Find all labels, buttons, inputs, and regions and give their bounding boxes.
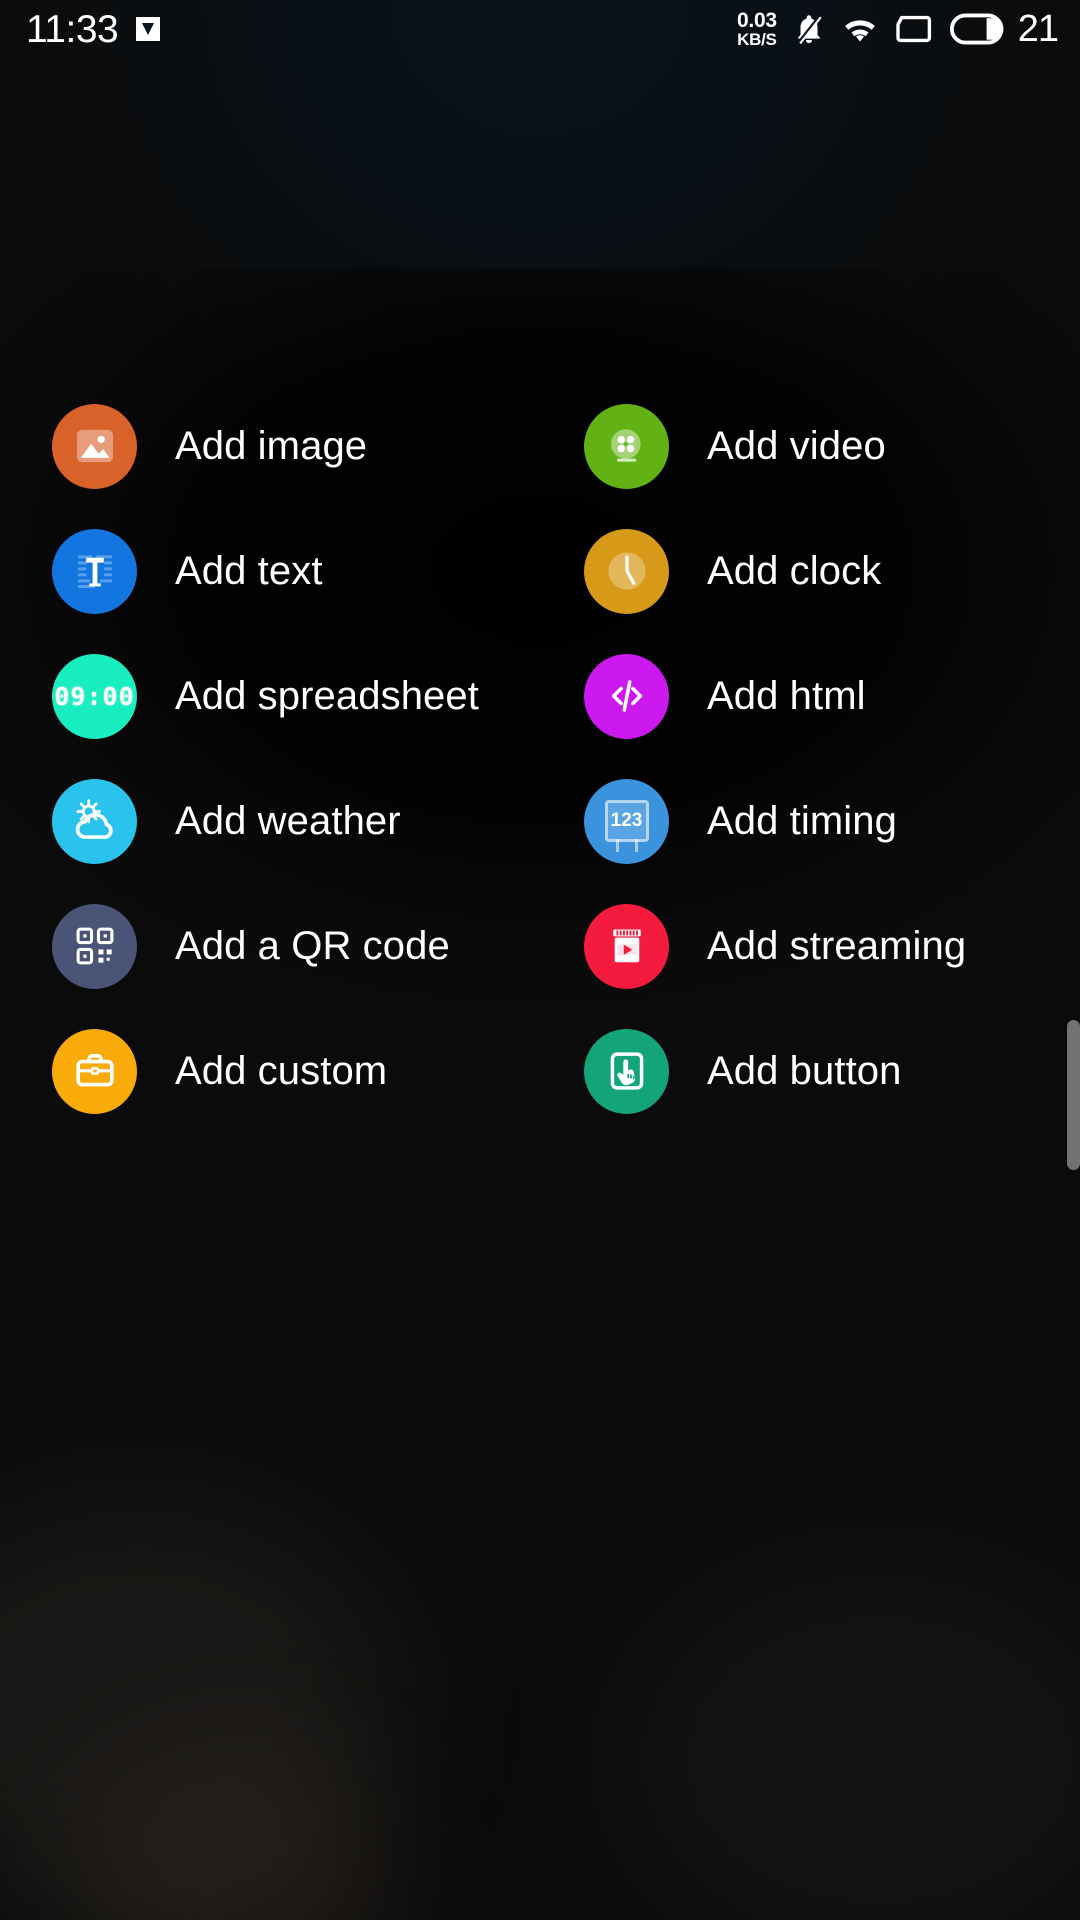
vertical-scrollbar[interactable] (1067, 1020, 1080, 1170)
add-qr-code-icon-circle (52, 903, 137, 989)
phone-screen: 11:33 0.03 KB/S 21 Add image Add video A… (0, 0, 1080, 1920)
menu-item-add-html[interactable]: Add html (540, 646, 1080, 746)
status-bar-left: 11:33 (26, 10, 164, 49)
menu-item-label: Add clock (707, 549, 882, 593)
menu-item-label: Add spreadsheet (175, 674, 479, 718)
sun-cloud-icon (75, 799, 113, 839)
add-html-icon-circle (584, 653, 669, 739)
film-reel-icon (610, 429, 641, 462)
menu-item-label: Add video (707, 424, 886, 468)
add-timing-icon-circle: 123 (584, 778, 669, 864)
add-custom-icon-circle (52, 1028, 137, 1114)
menu-item-add-streaming[interactable]: Add streaming (540, 896, 1080, 996)
wifi-icon (844, 20, 875, 42)
image-icon (136, 17, 161, 41)
qr-code-icon (76, 927, 113, 965)
menu-item-label: Add text (175, 549, 323, 593)
digital-clock-icon: 09:00 (54, 681, 135, 711)
network-speed-indicator: 0.03 KB/S (737, 10, 777, 48)
battery-level-text: 21 (1017, 7, 1059, 50)
add-widget-menu-sheet: Add image Add video Add text Add clock 0… (0, 268, 1080, 1158)
menu-item-label: Add custom (175, 1049, 388, 1093)
network-speed-value: 0.03 (737, 9, 777, 32)
menu-item-add-clock[interactable]: Add clock (540, 521, 1080, 621)
menu-item-label: Add button (707, 1049, 902, 1093)
menu-item-add-qr-code[interactable]: Add a QR code (0, 896, 540, 996)
menu-item-add-image[interactable]: Add image (0, 396, 540, 496)
menu-item-label: Add weather (175, 799, 401, 843)
add-video-icon-circle (584, 403, 669, 489)
menu-item-add-spreadsheet[interactable]: 09:00 Add spreadsheet (0, 646, 540, 746)
add-text-icon-circle (52, 528, 137, 614)
network-speed-unit: KB/S (737, 30, 777, 49)
briefcase-icon (75, 1054, 114, 1087)
menu-item-add-timing[interactable]: 123 Add timing (540, 771, 1080, 871)
text-t-icon (77, 555, 112, 588)
battery-icon (949, 13, 1004, 45)
status-bar: 11:33 0.03 KB/S 21 (0, 0, 1080, 58)
menu-item-label: Add html (707, 674, 866, 718)
add-spreadsheet-icon-circle: 09:00 (52, 653, 137, 739)
video-player-icon (612, 929, 641, 963)
image-icon (76, 429, 113, 463)
clock-icon (607, 552, 646, 590)
menu-item-label: Add a QR code (175, 924, 450, 968)
status-bar-right: 0.03 KB/S 21 (737, 7, 1059, 51)
add-clock-icon-circle (584, 528, 669, 614)
counter-123-text: 123 (610, 810, 643, 831)
counter-123-icon: 123 (604, 800, 649, 852)
menu-item-add-button[interactable]: Add button (540, 1021, 1080, 1121)
status-clock: 11:33 (26, 7, 119, 51)
bell-muted-icon (797, 15, 822, 45)
menu-item-add-video[interactable]: Add video (540, 396, 1080, 496)
menu-item-label: Add timing (707, 799, 897, 843)
add-image-icon-circle (52, 403, 137, 489)
add-weather-icon-circle (52, 778, 137, 864)
add-button-icon-circle (584, 1028, 669, 1114)
tap-hand-icon (610, 1052, 643, 1090)
menu-item-label: Add image (175, 424, 368, 468)
code-tags-icon (611, 680, 642, 712)
add-widget-menu-grid: Add image Add video Add text Add clock 0… (0, 396, 1080, 1121)
menu-item-add-text[interactable]: Add text (0, 521, 540, 621)
menu-item-add-custom[interactable]: Add custom (0, 1021, 540, 1121)
menu-item-label: Add streaming (707, 924, 967, 968)
menu-item-add-weather[interactable]: Add weather (0, 771, 540, 871)
add-streaming-icon-circle (584, 903, 669, 989)
sim-card-icon (896, 15, 931, 43)
